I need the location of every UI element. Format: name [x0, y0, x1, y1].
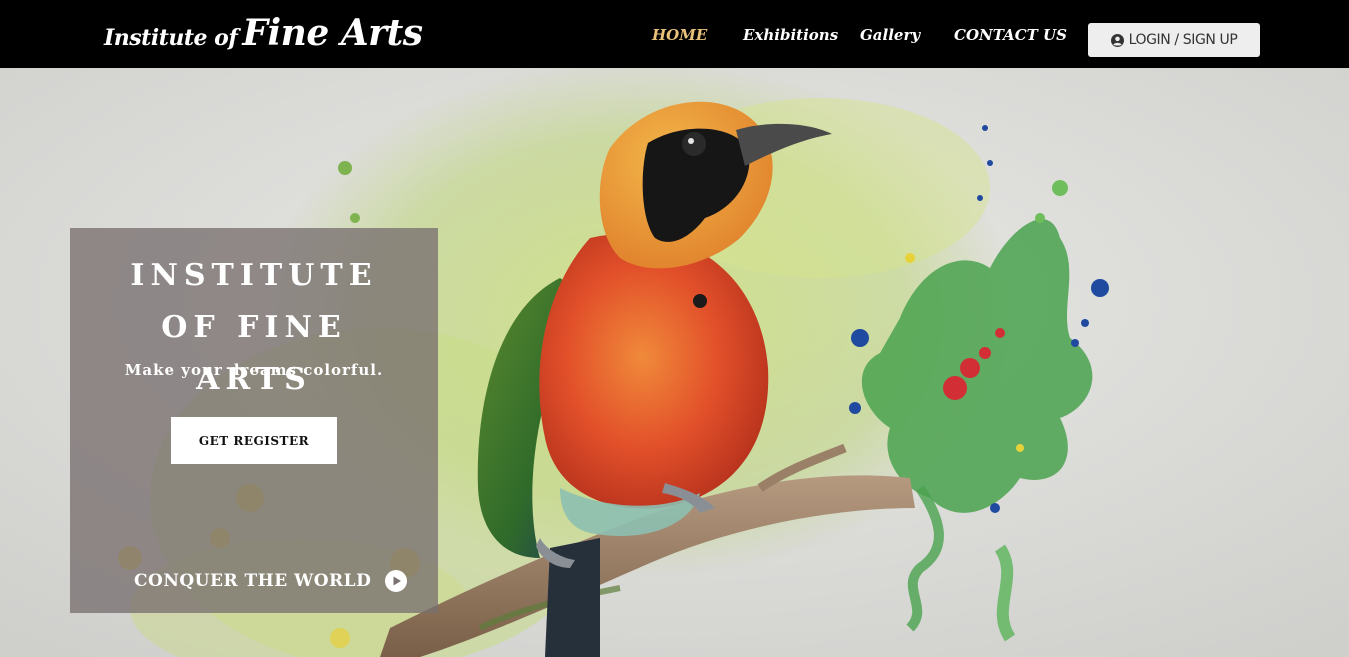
nav-link-gallery[interactable]: Gallery: [860, 26, 920, 44]
nav-link-exhibitions[interactable]: Exhibitions: [743, 26, 838, 44]
nav-link-contact-us[interactable]: CONTACT US: [954, 26, 1067, 44]
play-circle-icon: [385, 570, 408, 592]
get-register-button[interactable]: GET REGISTER: [171, 417, 337, 464]
hero-subtitle: Make your dreams colorful.: [124, 361, 384, 379]
hero-overlay-card: INSTITUTE OF FINE ARTS Make your dreams …: [70, 228, 438, 613]
hero-title: INSTITUTE OF FINE ARTS: [130, 258, 378, 397]
top-navbar: Institute of Fine Arts HOME Exhibitions …: [0, 0, 1349, 68]
conquer-the-world-link[interactable]: CONQUER THE WORLD: [134, 570, 408, 592]
brand-prefix: Institute of: [104, 25, 238, 51]
hero-section: INSTITUTE OF FINE ARTS Make your dreams …: [0, 68, 1349, 657]
login-signup-button[interactable]: LOGIN / SIGN UP: [1088, 23, 1260, 57]
brand-logo[interactable]: Institute of Fine Arts: [104, 12, 423, 60]
brand-main: Fine Arts: [242, 12, 423, 54]
login-signup-label: LOGIN / SIGN UP: [1128, 32, 1238, 48]
nav-link-home[interactable]: HOME: [652, 26, 707, 44]
conquer-label: CONQUER THE WORLD: [134, 571, 372, 591]
user-circle-icon: [1110, 33, 1124, 47]
